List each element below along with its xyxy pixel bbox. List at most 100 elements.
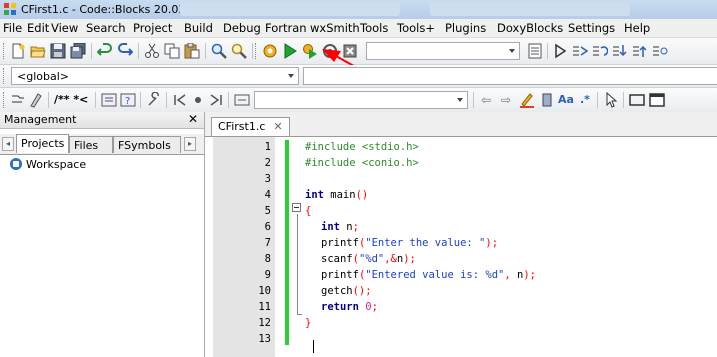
menu-file[interactable]: File [3,21,22,35]
toolbar-grip[interactable] [255,43,259,59]
toolbar-separator [138,43,139,59]
select-icon[interactable] [539,92,555,108]
toolbar-separator [228,92,229,108]
new-file-icon[interactable] [10,43,26,59]
toolbar-grip[interactable] [3,43,7,59]
rectangle-icon[interactable] [629,92,645,108]
next-instruction-icon[interactable] [652,43,668,59]
window-title: CFirst1.c - Code::Blocks 20.03 [21,3,186,16]
line-number: 7 [264,237,271,249]
build-options-icon[interactable] [527,43,543,59]
menu-view[interactable]: View [51,21,78,35]
step-into-icon[interactable] [612,43,628,59]
forward-arrow-icon[interactable]: ⇨ [501,93,511,107]
menu-settings[interactable]: Settings [568,21,615,35]
save-all-icon[interactable] [70,43,86,59]
toolbar-separator [547,43,548,59]
open-file-icon[interactable] [30,43,46,59]
wrench-icon[interactable] [146,92,162,108]
run-icon[interactable] [282,43,298,59]
prev-breakpoint-icon[interactable] [172,92,188,108]
next-breakpoint-icon[interactable] [208,92,224,108]
tab-scroll-right-icon[interactable]: ▸ [184,137,196,151]
code-editor[interactable]: 1 2 3 4 5 6 7 8 9 10 11 12 13 #include <stdio.h> #in… [205,137,717,357]
close-icon[interactable]: ✕ [273,120,282,133]
step-out-icon[interactable] [632,43,648,59]
menu-doxyblocks[interactable]: DoxyBlocks [497,21,563,35]
tab-scroll-left-icon[interactable]: ◂ [2,137,14,151]
code-line-7: printf("Enter the value: "); [321,237,499,249]
breakpoint-icon[interactable] [190,92,206,108]
line-number: 2 [264,157,271,169]
comment-block-icon[interactable]: /** *< [54,93,88,106]
change-bar [285,140,289,345]
match-case-icon[interactable]: Aa [558,93,574,106]
line-number: 9 [264,269,271,281]
rebuild-icon[interactable] [322,43,338,59]
regex-icon[interactable]: .* [580,93,590,106]
toolbar-separator [473,92,474,108]
chevron-down-icon [509,49,515,53]
doxygen-help-icon[interactable]: ? [120,92,136,108]
text-caret [313,340,314,353]
search-combo[interactable] [254,91,468,109]
chevron-down-icon [457,98,463,102]
back-arrow-icon[interactable]: ⇦ [481,93,491,107]
debug-start-icon[interactable] [552,43,568,59]
menu-plugins[interactable]: Plugins [445,21,486,35]
window-icon[interactable] [649,92,665,108]
save-icon[interactable] [50,43,66,59]
tab-fsymbols[interactable]: FSymbols [113,136,181,153]
menu-tools[interactable]: Tools [360,21,388,35]
cut-icon[interactable] [144,43,160,59]
menu-tools-[interactable]: Tools+ [397,21,435,35]
toolbar-separator [48,92,49,108]
cursor-icon[interactable] [603,92,619,108]
workspace-tree-item[interactable]: Workspace [10,158,86,171]
blurred-region [430,2,630,16]
editor-tab-cfirst1[interactable]: CFirst1.c ✕ [211,117,290,136]
insert-doxygen-icon[interactable] [101,92,117,108]
menu-fortran[interactable]: Fortran [265,21,307,35]
function-combo[interactable] [303,67,717,85]
tab-projects[interactable]: Projects [16,134,69,153]
highlight-icon[interactable] [28,92,44,108]
redo-icon[interactable] [117,43,133,59]
toolbar-separator [623,92,624,108]
replace-icon[interactable] [231,43,247,59]
menu-search[interactable]: Search [86,21,126,35]
toolbar-separator [95,92,96,108]
find-icon[interactable] [211,43,227,59]
build-and-run-icon[interactable] [302,43,318,59]
menu-wxsmith[interactable]: wxSmith [310,21,360,35]
toolbar-grip[interactable] [3,68,7,84]
menu-help[interactable]: Help [624,21,650,35]
menu-debug[interactable]: Debug [223,21,261,35]
abort-icon[interactable] [342,43,358,59]
paste-icon[interactable] [184,43,200,59]
line-number: 12 [258,317,271,329]
menu-build[interactable]: Build [184,21,213,35]
code-line-12: } [305,317,312,329]
scope-combo[interactable]: <global> [11,67,299,85]
close-icon[interactable]: ✕ [188,112,198,126]
tab-files[interactable]: Files [69,136,113,153]
toolbar-grip[interactable] [3,92,7,108]
svg-text:?: ? [125,96,130,107]
undo-icon[interactable] [97,43,113,59]
title-bar: CFirst1.c - Code::Blocks 20.03 [0,0,717,19]
abc-icon[interactable] [234,92,250,108]
toolbar-separator [140,92,141,108]
menu-edit[interactable]: Edit [27,21,49,35]
fold-collapse-icon[interactable] [292,203,301,212]
run-to-cursor-icon[interactable] [572,43,588,59]
copy-icon[interactable] [164,43,180,59]
next-line-icon[interactable] [592,43,608,59]
toggle-bookmark-icon[interactable] [10,92,26,108]
build-gear-icon[interactable] [262,43,278,59]
build-target-combo[interactable] [366,42,520,60]
workspace-label: Workspace [26,158,87,171]
menu-project[interactable]: Project [133,21,172,35]
highlight-pen-icon[interactable] [519,92,535,108]
toolbar-separator [252,43,253,59]
